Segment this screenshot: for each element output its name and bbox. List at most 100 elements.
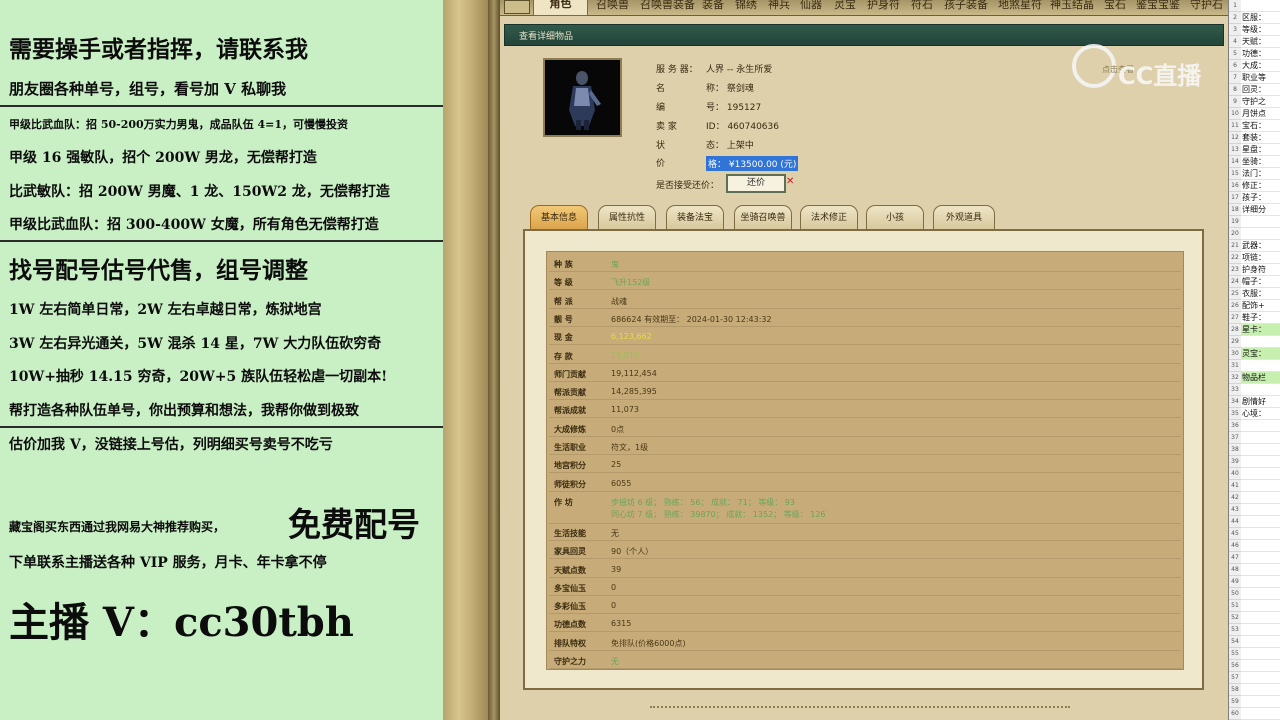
sheet-cell[interactable]: 大成： [1241,60,1280,72]
sheet-cell[interactable]: 护身符 [1241,264,1280,276]
subtab-appearance[interactable]: 外观道具 [933,205,995,229]
tab-jade-crystal[interactable]: 神玉结晶 [1050,0,1098,16]
sheet-row-header[interactable]: 30 [1229,348,1241,360]
sheet-row-header[interactable]: 52 [1229,612,1241,624]
sheet-cell[interactable] [1241,708,1280,720]
sheet-row-header[interactable]: 2 [1229,12,1241,24]
sheet-cell[interactable]: 月饼点 [1241,108,1280,120]
sheet-row-header[interactable]: 47 [1229,552,1241,564]
sheet-row-header[interactable]: 39 [1229,456,1241,468]
tab-character[interactable]: 角色 [533,0,588,16]
sheet-row-header[interactable]: 43 [1229,504,1241,516]
sheet-cell[interactable] [1241,540,1280,552]
sheet-cell[interactable] [1241,588,1280,600]
sheet-row-header[interactable]: 46 [1229,540,1241,552]
sheet-cell[interactable] [1241,504,1280,516]
sheet-row-header[interactable]: 22 [1229,252,1241,264]
sheet-cell[interactable]: 星盘： [1241,144,1280,156]
sheet-cell[interactable] [1241,420,1280,432]
sheet-cell[interactable]: 衣服： [1241,288,1280,300]
tab-immortal-artifact[interactable]: 仙器 [800,0,826,16]
sheet-row-header[interactable]: 41 [1229,480,1241,492]
sheet-row-header[interactable]: 17 [1229,192,1241,204]
tab-equipment[interactable]: 装备 [702,0,728,16]
sheet-row-header[interactable]: 12 [1229,132,1241,144]
sheet-row-header[interactable]: 24 [1229,276,1241,288]
sheet-row-header[interactable]: 54 [1229,636,1241,648]
sheet-cell[interactable]: 鞋子： [1241,312,1280,324]
sheet-cell[interactable] [1241,228,1280,240]
sheet-cell[interactable]: 等级： [1241,24,1280,36]
sheet-cell[interactable]: 修正： [1241,180,1280,192]
sheet-cell[interactable] [1241,660,1280,672]
sheet-cell[interactable]: 物品栏 [1241,372,1280,384]
sheet-cell[interactable]: 星卡： [1241,324,1280,336]
scroll-left-button[interactable] [504,0,530,14]
sheet-row-header[interactable]: 19 [1229,216,1241,228]
tab-amulet[interactable]: 护身符 [867,0,905,16]
close-icon[interactable]: ✕ [786,176,794,187]
sheet-cell[interactable] [1241,612,1280,624]
sheet-cell[interactable] [1241,564,1280,576]
sheet-row-header[interactable]: 42 [1229,492,1241,504]
sheet-row-header[interactable]: 37 [1229,432,1241,444]
sheet-row-header[interactable]: 5 [1229,48,1241,60]
sheet-row-header[interactable]: 6 [1229,60,1241,72]
tab-spirit-treasure[interactable]: 灵宝 [834,0,860,16]
sheet-cell[interactable] [1241,600,1280,612]
sheet-cell[interactable] [1241,432,1280,444]
sheet-row-header[interactable]: 16 [1229,180,1241,192]
sheet-row-header[interactable]: 13 [1229,144,1241,156]
sheet-cell[interactable] [1241,336,1280,348]
sheet-row-header[interactable]: 15 [1229,168,1241,180]
sheet-cell[interactable]: 坐骑： [1241,156,1280,168]
sheet-cell[interactable]: 配饰+ [1241,300,1280,312]
sheet-cell[interactable] [1241,696,1280,708]
sheet-row-header[interactable]: 23 [1229,264,1241,276]
sheet-row-header[interactable]: 48 [1229,564,1241,576]
sheet-row-header[interactable]: 14 [1229,156,1241,168]
sheet-row-header[interactable]: 3 [1229,24,1241,36]
sheet-cell[interactable] [1241,468,1280,480]
sheet-cell[interactable] [1241,456,1280,468]
tab-summon[interactable]: 召唤兽 [596,0,640,16]
sheet-cell[interactable] [1241,576,1280,588]
sheet-cell[interactable]: 天赋： [1241,36,1280,48]
tab-guardian-stone[interactable]: 守护石 [1190,0,1228,16]
sheet-cell[interactable] [1241,216,1280,228]
sheet-row-header[interactable]: 50 [1229,588,1241,600]
sheet-cell[interactable] [1241,552,1280,564]
subtab-attributes[interactable]: 属性抗性 [598,205,656,229]
sheet-row-header[interactable]: 57 [1229,672,1241,684]
sheet-cell[interactable] [1241,684,1280,696]
sheet-row-header[interactable]: 10 [1229,108,1241,120]
counter-offer-button[interactable]: 还价 [726,174,786,193]
sheet-row-header[interactable]: 40 [1229,468,1241,480]
tab-rune-stone[interactable]: 符石 [911,0,937,16]
tab-brocade[interactable]: 锦绣 [735,0,761,16]
sheet-row-header[interactable]: 59 [1229,696,1241,708]
sheet-row-header[interactable]: 27 [1229,312,1241,324]
price-value[interactable]: 格： ¥13500.00 (元) [706,156,799,171]
tab-child-equipment[interactable]: 孩子装备 [944,0,994,16]
tab-gem[interactable]: 宝石 [1104,0,1130,16]
sheet-row-header[interactable]: 38 [1229,444,1241,456]
sheet-row-header[interactable]: 28 [1229,324,1241,336]
sheet-row-header[interactable]: 33 [1229,384,1241,396]
sheet-row-header[interactable]: 32 [1229,372,1241,384]
sheet-row-header[interactable]: 1 [1229,0,1241,12]
sheet-row-header[interactable]: 60 [1229,708,1241,720]
sheet-row-header[interactable]: 45 [1229,528,1241,540]
sheet-row-header[interactable]: 11 [1229,120,1241,132]
sheet-cell[interactable] [1241,672,1280,684]
sheet-cell[interactable] [1241,648,1280,660]
sheet-cell[interactable] [1241,492,1280,504]
tab-divine-weapon[interactable]: 神兵 [768,0,794,16]
sheet-row-header[interactable]: 18 [1229,204,1241,216]
sheet-cell[interactable]: 孩子： [1241,192,1280,204]
sheet-row-header[interactable]: 29 [1229,336,1241,348]
sheet-cell[interactable]: 套装： [1241,132,1280,144]
sheet-cell[interactable]: 回灵： [1241,84,1280,96]
sheet-row-header[interactable]: 20 [1229,228,1241,240]
sheet-cell[interactable] [1241,516,1280,528]
